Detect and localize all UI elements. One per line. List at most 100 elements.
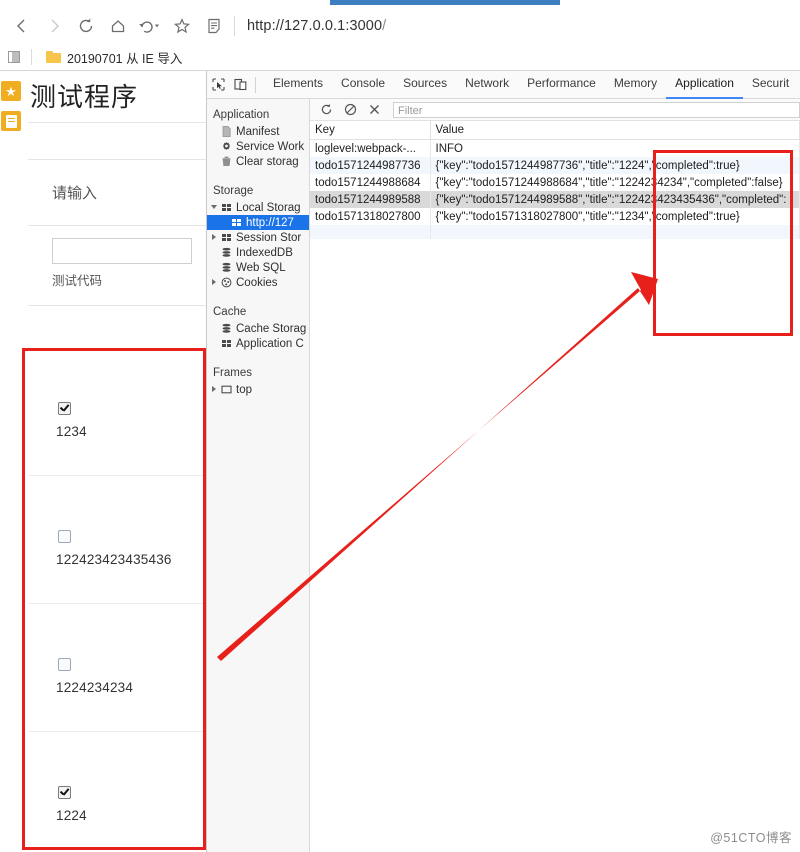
todo-item[interactable]: 1234 [28, 348, 206, 476]
chevron-right-icon[interactable] [212, 279, 216, 285]
check-icon [60, 788, 69, 797]
home-button[interactable] [102, 11, 134, 41]
tab-security[interactable]: Securit [743, 70, 798, 99]
sidebar-item-cookies[interactable]: Cookies [207, 275, 309, 290]
todo-input[interactable] [52, 238, 192, 264]
sidebar-section-cache: Cache [213, 306, 247, 318]
refresh-icon[interactable] [315, 100, 337, 120]
devtools-body: Application Manifest Service Work Clear … [207, 99, 800, 852]
bookmark-folder-ie-import[interactable]: 20190701 从 IE 导入 [42, 46, 186, 69]
tab-memory[interactable]: Memory [605, 70, 666, 99]
favorites-star-icon[interactable]: ★ [1, 81, 21, 101]
chevron-right-icon[interactable] [212, 234, 216, 240]
reading-list-icon[interactable] [1, 111, 21, 131]
url-path: / [382, 18, 387, 34]
frame-icon [221, 384, 232, 395]
filter-input[interactable]: Filter [393, 101, 800, 118]
history-dropdown-button[interactable] [134, 11, 166, 41]
sidebar-item-indexeddb[interactable]: IndexedDB [207, 245, 309, 260]
active-tab-indicator[interactable] [330, 0, 560, 5]
table-row[interactable]: loglevel:webpack-... INFO [310, 139, 800, 157]
cell-value: INFO [430, 139, 800, 157]
todo-checkbox[interactable] [58, 402, 71, 415]
todo-checkbox[interactable] [58, 658, 71, 671]
devtools-panel: Elements Console Sources Network Perform… [206, 71, 800, 852]
app-card-blank [28, 122, 206, 159]
column-header-key[interactable]: Key [310, 121, 431, 140]
sidebar-item-application-cache[interactable]: Application C [207, 336, 309, 351]
folder-icon [46, 51, 61, 63]
clear-all-icon[interactable] [339, 100, 361, 120]
database-icon [221, 247, 232, 258]
sidebar-item-frame-top[interactable]: top [207, 382, 309, 397]
todo-item-label: 1224 [56, 808, 87, 823]
device-toolbar-icon[interactable] [229, 72, 251, 98]
chevron-down-icon[interactable] [211, 205, 217, 212]
sidebar-section-frames: Frames [213, 367, 252, 379]
address-bar[interactable]: http://127.0.0.1:3000/ [243, 11, 800, 41]
sidebar-item-manifest[interactable]: Manifest [207, 124, 309, 139]
todo-item[interactable]: 1224234234 [28, 604, 206, 732]
app-card-gap [28, 305, 206, 335]
application-sidebar: Application Manifest Service Work Clear … [207, 99, 310, 852]
service-worker-icon [221, 141, 232, 152]
screenshot-root: http://127.0.0.1:3000/ 20190701 从 IE 导入 … [0, 0, 800, 852]
reading-list-button[interactable] [198, 11, 230, 41]
tab-application[interactable]: Application [666, 70, 743, 99]
sidebar-item-local-storage[interactable]: Local Storag [207, 200, 309, 215]
storage-viewer: Filter Key Value loglevel:webpack-... IN… [310, 99, 800, 852]
todo-list: 1234 122423423435436 1224234234 1224 [28, 348, 206, 852]
todo-item-label: 1234 [56, 424, 87, 439]
sidebar-section-storage: Storage [213, 185, 254, 197]
app-prompt-row: 请输入 [28, 159, 206, 225]
sidebar-item-label: top [236, 383, 252, 396]
sidebar-item-label: Manifest [236, 125, 280, 138]
check-icon [60, 404, 69, 413]
sidebar-item-service-workers[interactable]: Service Work [207, 139, 309, 154]
sidebar-item-localhost-origin[interactable]: http://127 [207, 215, 309, 230]
bookmarks-hub-icon[interactable] [8, 51, 21, 63]
sidebar-item-web-sql[interactable]: Web SQL [207, 260, 309, 275]
sidebar-item-label: Session Stor [236, 231, 302, 244]
inspect-element-icon[interactable] [207, 72, 229, 98]
watermark: @51CTO博客 [710, 831, 792, 845]
tab-elements[interactable]: Elements [264, 70, 332, 99]
tab-performance[interactable]: Performance [518, 70, 605, 99]
todo-checkbox[interactable] [58, 530, 71, 543]
table-row-selected[interactable]: todo1571244989588 {"key":"todo1571244989… [310, 191, 800, 208]
devtools-toolbar-divider [255, 76, 256, 93]
local-storage-icon [231, 217, 242, 228]
sidebar-item-label: Application C [236, 337, 304, 350]
sidebar-item-cache-storage[interactable]: Cache Storag [207, 321, 309, 336]
sidebar-item-session-storage[interactable]: Session Stor [207, 230, 309, 245]
tab-sources[interactable]: Sources [394, 70, 456, 99]
table-row-empty[interactable] [310, 225, 800, 239]
favorite-star-button[interactable] [166, 11, 198, 41]
cell-key: todo1571244989588 [310, 191, 431, 208]
todo-item-label: 1224234234 [56, 680, 134, 695]
app-input-row: 测试代码 [28, 225, 206, 305]
clear-storage-icon [221, 156, 232, 167]
page-title: 测试程序 [30, 82, 139, 112]
table-row[interactable]: todo1571244987736 {"key":"todo1571244987… [310, 157, 800, 174]
todo-checkbox[interactable] [58, 786, 71, 799]
sidebar-item-clear-storage[interactable]: Clear storag [207, 154, 309, 169]
bookmarks-divider [31, 49, 32, 65]
forward-button[interactable] [38, 11, 70, 41]
chevron-right-icon[interactable] [212, 386, 216, 392]
cell-key: todo1571318027800 [310, 208, 431, 225]
table-row[interactable]: todo1571244988684 {"key":"todo1571244988… [310, 174, 800, 191]
prompt-label: 请输入 [52, 185, 98, 202]
reload-button[interactable] [70, 11, 102, 41]
tab-console[interactable]: Console [332, 70, 394, 99]
table-row[interactable]: todo1571318027800 {"key":"todo1571318027… [310, 208, 800, 225]
tab-network[interactable]: Network [456, 70, 518, 99]
delete-selected-icon[interactable] [363, 100, 385, 120]
toolbar-divider [234, 16, 235, 36]
back-button[interactable] [6, 11, 38, 41]
todo-item[interactable]: 122423423435436 [28, 476, 206, 604]
todo-item[interactable]: 1224 [28, 732, 206, 852]
column-header-value[interactable]: Value [430, 121, 800, 140]
